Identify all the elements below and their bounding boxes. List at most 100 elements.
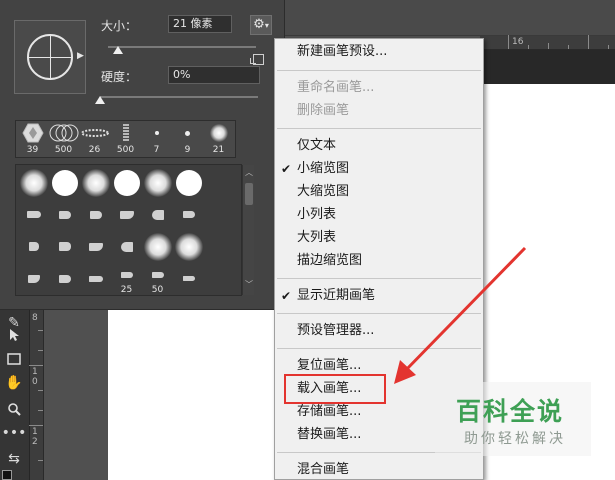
brush-preset-cell[interactable] (80, 199, 111, 230)
recent-brush-item[interactable]: 500 (110, 121, 141, 157)
menu-item-text-only[interactable]: 仅文本 (297, 136, 336, 156)
path-selection-icon[interactable] (3, 324, 25, 346)
menu-item-show-recent-brushes[interactable]: ✔ 显示近期画笔 (281, 286, 375, 306)
menu-item-save-brushes[interactable]: 存储画笔... (297, 402, 361, 422)
brush-preset-cell[interactable] (111, 231, 142, 262)
brush-preset-cell[interactable] (142, 167, 173, 198)
dots-brush-icon (80, 129, 109, 137)
menu-item-delete-brush: 删除画笔 (297, 101, 349, 121)
watermark-subtitle: 助你轻松解决 (464, 431, 566, 447)
watermark-title: 百科全说 (456, 397, 565, 426)
brush-preset-cell[interactable] (49, 167, 80, 198)
menu-item-label: 小列表 (297, 207, 337, 222)
foreground-color-swatch[interactable] (2, 470, 12, 480)
ruler-tick (528, 45, 529, 49)
recent-brush-item[interactable]: 26 (79, 121, 110, 157)
hard-round-brush-icon (175, 169, 202, 196)
hand-tool-icon[interactable]: ✋ (3, 372, 25, 394)
brush-preset-cell[interactable] (142, 199, 173, 230)
recent-brush-item[interactable]: 7 (141, 121, 172, 157)
brush-size-label: 50 (151, 285, 164, 295)
hardness-slider-track[interactable] (100, 96, 258, 98)
menu-separator (277, 313, 481, 314)
document-canvas-left[interactable] (108, 308, 276, 480)
menu-item-rename-brush: 重命名画笔... (297, 78, 374, 98)
recent-brush-item[interactable]: 500 (48, 121, 79, 157)
small-dot-brush-icon (154, 131, 159, 135)
hardness-slider-knob[interactable] (95, 96, 105, 104)
size-slider-track[interactable] (108, 46, 256, 48)
brush-size-label: 7 (153, 145, 160, 155)
brush-preset-cell[interactable] (173, 231, 204, 262)
menu-item-new-brush-preset[interactable]: 新建画笔预设... (297, 42, 387, 62)
bristle-tip-icon (89, 210, 102, 219)
recent-brush-item[interactable]: 21 (203, 121, 234, 157)
brush-preset-cell[interactable] (49, 263, 80, 294)
menu-item-replace-brushes[interactable]: 替换画笔... (297, 425, 361, 445)
grid-scrollbar[interactable]: ︿ ﹀ (242, 165, 254, 295)
scroll-up-icon[interactable]: ︿ (244, 167, 254, 178)
menu-item-label: 描边缩览图 (297, 253, 363, 268)
menu-item-reset-brushes[interactable]: 复位画笔... (297, 356, 361, 376)
menu-item-preset-manager[interactable]: 预设管理器... (297, 321, 374, 341)
brush-presets-grid: 25 50 ︿ ﹀ (15, 164, 254, 296)
ruler-tick (588, 35, 589, 49)
menu-item-label: 小缩览图 (297, 161, 350, 176)
brush-preset-cell[interactable] (80, 231, 111, 262)
recent-brush-item[interactable]: 9 (172, 121, 203, 157)
brush-preset-picker: ▶ 大小： 21 像素 硬度： 0% ⚙▾ 39 500 26 500 7 9 … (0, 0, 285, 310)
brush-preset-cell[interactable] (49, 231, 80, 262)
hard-round-brush-icon (51, 169, 78, 196)
brush-preset-cell[interactable] (80, 167, 111, 198)
brush-preset-cell[interactable] (49, 199, 80, 230)
brush-preset-cell[interactable] (173, 263, 204, 294)
rectangle-tool-icon[interactable] (3, 348, 25, 370)
brush-preset-cell[interactable] (18, 231, 49, 262)
circles-brush-icon (49, 124, 78, 142)
ruler-tick (568, 45, 569, 49)
scrollbar-thumb[interactable] (245, 183, 253, 205)
brush-size-label: 500 (54, 145, 73, 155)
soft-round-brush-icon (19, 168, 48, 197)
menu-item-label: 复位画笔... (297, 358, 362, 373)
menu-item-large-list[interactable]: 大列表 (297, 228, 336, 248)
menu-item-small-thumbnail[interactable]: ✔ 小缩览图 (281, 159, 350, 179)
new-preset-icon[interactable] (250, 54, 264, 65)
scroll-down-icon[interactable]: ﹀ (244, 279, 254, 290)
brush-preset-cell[interactable] (111, 199, 142, 230)
brush-angle-preview[interactable]: ▶ (14, 20, 86, 94)
photoshop-window: 16 ✎ ✋ ••• ⇆ 8 1 0 1 2 ▶ 大小： 21 像素 硬度： 0… (0, 0, 615, 480)
brush-preset-cell[interactable]: 25 (111, 263, 142, 295)
brush-preset-cell[interactable] (111, 167, 142, 198)
brush-preset-cell[interactable] (173, 199, 204, 230)
menu-item-label: 重命名画笔... (297, 80, 375, 95)
menu-item-small-list[interactable]: 小列表 (297, 205, 336, 225)
gear-button[interactable]: ⚙▾ (250, 15, 272, 35)
hardness-input[interactable]: 0% (168, 66, 260, 84)
ruler-label: 2 (32, 437, 38, 447)
brush-preset-cell[interactable] (18, 167, 49, 198)
menu-item-large-thumbnail[interactable]: 大缩览图 (297, 182, 349, 202)
size-input[interactable]: 21 像素 (168, 15, 232, 33)
brush-preset-cell[interactable] (80, 263, 111, 294)
menu-separator (277, 70, 481, 71)
soft-round-brush-icon (143, 232, 172, 261)
brush-preset-cell[interactable] (18, 199, 49, 230)
menu-item-mixer-brushes[interactable]: 混合画笔 (297, 460, 349, 480)
recent-brush-item[interactable]: 39 (17, 121, 48, 157)
brush-preset-cell[interactable] (142, 231, 173, 262)
brush-preset-cell[interactable] (173, 167, 204, 198)
brush-preset-cell[interactable]: 50 (142, 263, 173, 295)
menu-separator (277, 128, 481, 129)
brush-size-label: 26 (88, 145, 101, 155)
size-slider-knob[interactable] (113, 46, 124, 54)
swap-colors-icon[interactable]: ⇆ (3, 448, 25, 470)
bristle-tip-icon (88, 242, 103, 251)
more-tools-icon[interactable]: ••• (2, 422, 27, 444)
brush-preset-cell[interactable] (18, 263, 49, 294)
menu-item-stroke-thumbnail[interactable]: 描边缩览图 (297, 251, 362, 271)
menu-item-label: 仅文本 (297, 138, 337, 153)
bristle-tip-icon (58, 274, 71, 283)
zoom-tool-icon[interactable] (3, 398, 25, 420)
bristle-tip-icon (58, 210, 71, 219)
